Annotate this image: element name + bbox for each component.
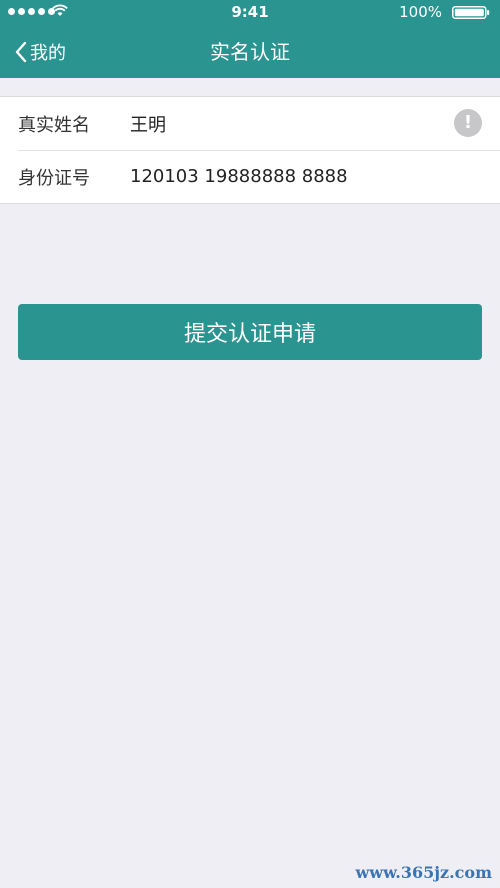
page-title: 实名认证 [210,40,290,64]
name-row: 真实姓名 王明 ! [0,97,500,150]
watermark: www.365jz.com [355,863,492,882]
app-header: 9:41 100% 我的 实名认证 [0,0,500,78]
battery-percent: 100% [399,3,442,21]
id-label: 身份证号 [18,167,90,189]
id-row: 身份证号 120103 19888888 8888 [0,150,500,203]
submit-button[interactable]: 提交认证申请 [18,304,482,360]
exclamation-icon[interactable]: ! [454,109,482,137]
status-bar: 9:41 100% [0,0,500,24]
battery-icon [452,6,490,19]
name-field[interactable]: 王明 [130,111,166,137]
id-number-field[interactable]: 120103 19888888 8888 [130,166,348,187]
verification-form: 真实姓名 王明 ! 身份证号 120103 19888888 8888 [0,96,500,204]
name-label: 真实姓名 [18,114,90,136]
